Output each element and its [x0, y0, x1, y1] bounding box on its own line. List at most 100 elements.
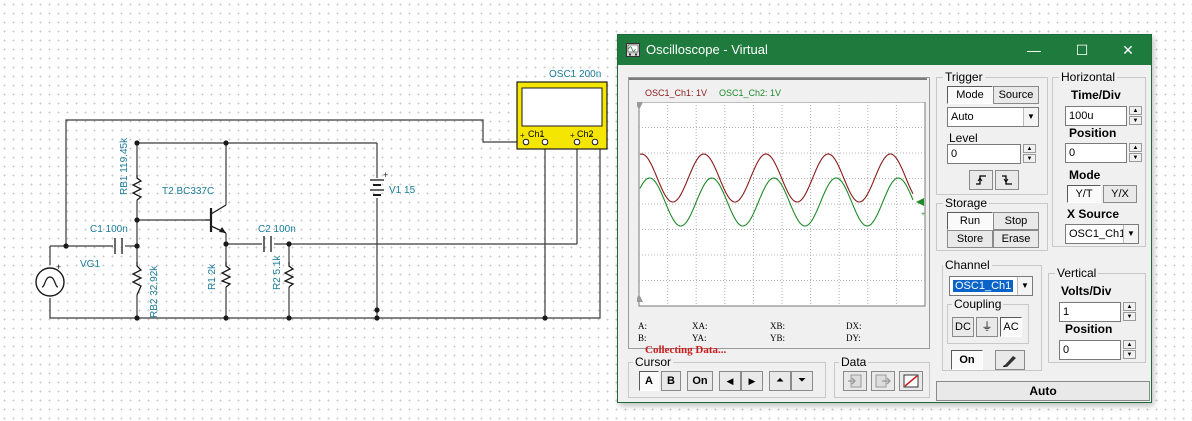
trigger-source-button[interactable]: Source — [993, 86, 1039, 104]
xsource-select[interactable]: OSC1_Ch1 ▼ — [1065, 224, 1139, 244]
run-button[interactable]: Run — [947, 212, 993, 230]
auto-button[interactable]: Auto — [936, 381, 1150, 401]
chevron-down-icon: ▼ — [1017, 277, 1032, 295]
timediv-input[interactable]: 100u — [1065, 106, 1127, 126]
data-group: Data — [834, 355, 930, 398]
r1-resistor[interactable] — [220, 262, 232, 288]
cursor-down-button[interactable]: ⏷ — [791, 371, 813, 391]
cursor-b-button[interactable]: B — [661, 371, 681, 391]
minimize-button[interactable]: — — [1011, 35, 1057, 65]
rising-edge-icon — [976, 175, 986, 185]
store-button[interactable]: Store — [947, 230, 993, 248]
channel-select[interactable]: OSC1_Ch1 ▼ — [949, 276, 1033, 296]
cursor-title: Cursor — [633, 355, 674, 369]
xsource-label: X Source — [1067, 207, 1120, 221]
cursor-a-button[interactable]: A — [639, 371, 659, 391]
cursor-readouts: A: XA: XB: DX: B: YA: YB: DY: — [632, 307, 922, 347]
schematic-nodes — [63, 140, 548, 321]
cursor-left-button[interactable]: ◀ — [719, 371, 741, 391]
trigger-level-label: Level — [949, 131, 978, 145]
c2-capacitor[interactable] — [263, 236, 272, 252]
readout-dx: DX: — [846, 321, 862, 331]
channel-on-button[interactable]: On — [951, 350, 983, 370]
osc1-symbol[interactable]: + + - - Ch1 Ch2 — [516, 81, 608, 150]
r2-resistor[interactable] — [283, 262, 295, 288]
ac-coupling-button[interactable]: AC — [1000, 317, 1022, 337]
graph-icon — [903, 374, 919, 388]
v-position-input[interactable]: 0 — [1059, 340, 1121, 360]
schematic-wires — [49, 119, 601, 319]
falling-edge-icon — [1002, 175, 1012, 185]
v1-label: V1 15 — [389, 185, 416, 196]
gnd-coupling-button[interactable]: ⏚ — [976, 317, 998, 337]
cursor-up-button[interactable]: ⏶ — [769, 371, 791, 391]
readout-xa: XA: — [692, 321, 708, 331]
readout-a: A: — [638, 321, 647, 331]
trigger-level-input[interactable]: 0 — [947, 144, 1021, 164]
readout-yb: YB: — [770, 333, 786, 343]
vertical-title: Vertical — [1055, 266, 1099, 280]
yt-mode-button[interactable]: Y/T — [1067, 185, 1101, 203]
voltsdiv-label: Volts/Div — [1061, 284, 1112, 298]
timediv-spinner[interactable]: ▲ ▼ — [1129, 106, 1142, 126]
cursor-on-button[interactable]: On — [687, 371, 713, 391]
window-titlebar[interactable]: Oscilloscope - Virtual — ☐ ✕ — [618, 35, 1151, 65]
stop-button[interactable]: Stop — [993, 212, 1039, 230]
vg1-generator[interactable]: + — [35, 262, 65, 297]
r2-label: R2 5.1k — [272, 255, 283, 290]
data-graph-button[interactable] — [899, 371, 923, 391]
channel-group: Channel OSC1_Ch1 ▼ Coupling DC ⏚ AC On — [942, 258, 1042, 371]
h-position-spinner[interactable]: ▲ ▼ — [1129, 143, 1142, 163]
h-position-input[interactable]: 0 — [1065, 143, 1127, 163]
erase-button[interactable]: Erase — [993, 230, 1039, 248]
t2-transistor[interactable] — [205, 204, 227, 234]
osc-ch2-pin-label: Ch2 — [577, 129, 594, 139]
arrow-right-icon: ▶ — [748, 376, 756, 386]
svg-text:+: + — [921, 211, 925, 218]
voltsdiv-input[interactable]: 1 — [1059, 302, 1121, 322]
dc-coupling-button[interactable]: DC — [952, 317, 974, 337]
trigger-mode-value: Auto — [951, 111, 974, 123]
v-position-spinner[interactable]: ▲ ▼ — [1123, 340, 1136, 360]
schematic-canvas[interactable]: + + + + - - Ch1 Ch2 OSC1 200n RB1 119.45… — [0, 0, 615, 421]
rb1-resistor[interactable] — [131, 175, 143, 201]
voltsdiv-spinner[interactable]: ▲ ▼ — [1123, 302, 1136, 322]
svg-text:+: + — [56, 262, 61, 272]
readout-xb: XB: — [770, 321, 786, 331]
oscilloscope-window[interactable]: Oscilloscope - Virtual — ☐ ✕ OSC1_Ch1: 1… — [617, 34, 1152, 403]
close-button[interactable]: ✕ — [1105, 35, 1151, 65]
svg-text:+: + — [570, 131, 575, 140]
c1-capacitor[interactable] — [114, 238, 123, 254]
chevron-down-icon: ▼ — [1023, 108, 1038, 126]
probe-color-button[interactable] — [995, 350, 1025, 370]
arrow-left-icon: ◀ — [726, 376, 734, 386]
data-import-button[interactable] — [843, 371, 867, 391]
rb1-label: RB1 119.45k — [119, 137, 130, 195]
export-icon — [875, 374, 891, 388]
scope-display[interactable]: + — [637, 102, 927, 308]
rb2-label: RB2 32.92k — [149, 265, 160, 318]
arrow-up-icon: ⏶ — [776, 375, 784, 386]
osc-ch1-pin-label: Ch1 — [528, 129, 545, 139]
trigger-mode-select[interactable]: Auto ▼ — [947, 107, 1039, 127]
data-export-button[interactable] — [871, 371, 895, 391]
trigger-falling-edge-button[interactable] — [995, 170, 1019, 190]
timediv-label: Time/Div — [1071, 88, 1121, 102]
ch2-trace-label: OSC1_Ch2: 1V — [719, 88, 782, 98]
osc1-label: OSC1 200n — [549, 69, 601, 80]
yx-mode-button[interactable]: Y/X — [1103, 185, 1137, 203]
horizontal-group: Horizontal Time/Div 100u ▲ ▼ Position 0 ▲… — [1052, 70, 1146, 247]
trigger-mode-button[interactable]: Mode — [947, 86, 993, 104]
cursor-right-button[interactable]: ▶ — [741, 371, 763, 391]
storage-title: Storage — [943, 196, 990, 210]
trigger-level-spinner[interactable]: ▲ ▼ — [1023, 144, 1036, 164]
v1-battery[interactable]: + — [370, 170, 388, 196]
rb2-resistor[interactable] — [131, 262, 143, 296]
maximize-button[interactable]: ☐ — [1059, 35, 1105, 65]
horizontal-title: Horizontal — [1059, 70, 1118, 84]
xsource-value: OSC1_Ch1 — [1069, 228, 1126, 240]
window-title: Oscilloscope - Virtual — [646, 42, 768, 57]
trigger-title: Trigger — [943, 70, 985, 84]
readout-dy: DY: — [846, 333, 861, 343]
trigger-rising-edge-button[interactable] — [969, 170, 993, 190]
